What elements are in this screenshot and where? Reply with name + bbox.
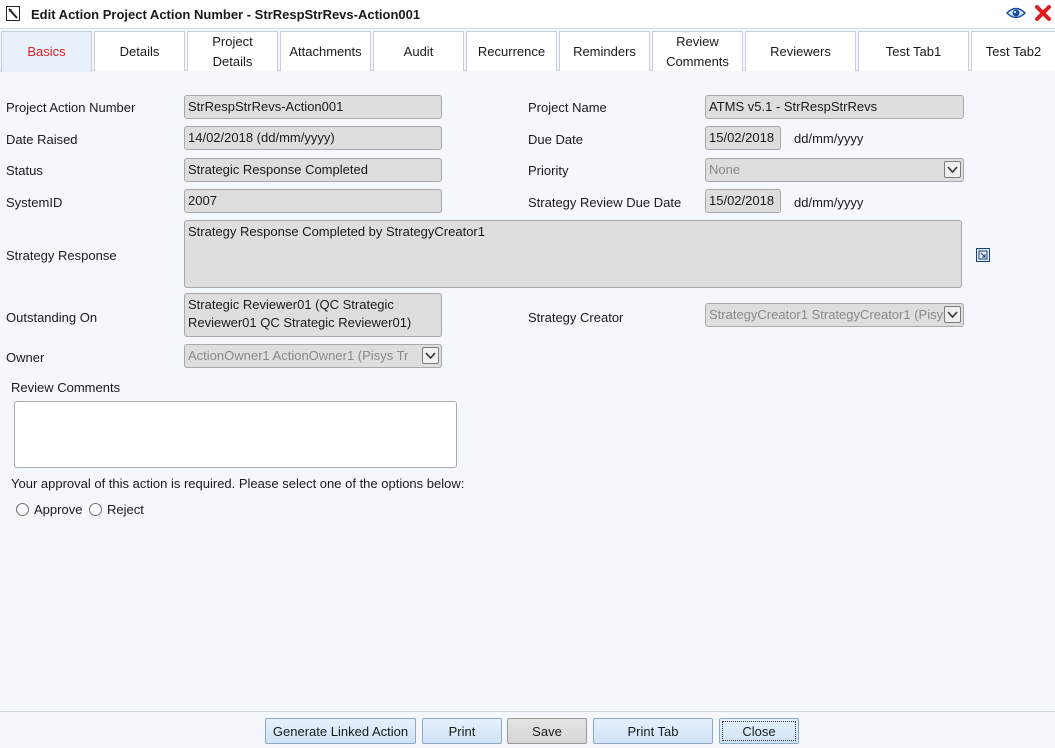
view-eye-icon[interactable] — [1006, 5, 1026, 21]
tab-review-comments[interactable]: Review Comments — [652, 31, 743, 71]
strategy-response-field[interactable]: Strategy Response Completed by StrategyC… — [184, 220, 962, 288]
review-comments-input[interactable] — [14, 401, 457, 468]
approve-label: Approve — [34, 502, 83, 517]
edit-document-icon — [6, 6, 20, 21]
due-date-field[interactable]: 15/02/2018 — [705, 126, 781, 150]
strategy-response-label: Strategy Response — [6, 248, 117, 263]
date-raised-field[interactable]: 14/02/2018 (dd/mm/yyyy) — [184, 126, 442, 150]
tab-attachments[interactable]: Attachments — [280, 31, 371, 71]
review-comments-label: Review Comments — [11, 380, 121, 395]
close-button[interactable]: Close — [719, 718, 799, 744]
approval-prompt: Your approval of this action is required… — [11, 476, 465, 491]
strategy-creator-label: Strategy Creator — [528, 310, 624, 325]
tab-test-tab1[interactable]: Test Tab1 — [858, 31, 969, 71]
print-button[interactable]: Print — [422, 718, 502, 744]
chevron-down-icon[interactable] — [944, 306, 961, 323]
title-bar: Edit Action Project Action Number - StrR… — [0, 0, 1055, 29]
strategy-review-due-date-field[interactable]: 15/02/2018 — [705, 189, 781, 213]
chevron-down-icon[interactable] — [944, 161, 961, 178]
tab-audit[interactable]: Audit — [373, 31, 464, 71]
tab-bar: Basics Details Project Details Attachmen… — [0, 30, 1055, 72]
reject-option[interactable]: Reject — [89, 502, 144, 517]
generate-linked-action-button[interactable]: Generate Linked Action — [265, 718, 416, 744]
print-tab-button[interactable]: Print Tab — [593, 718, 713, 744]
tab-recurrence[interactable]: Recurrence — [466, 31, 557, 71]
due-date-format-hint: dd/mm/yyyy — [794, 131, 864, 146]
tab-details[interactable]: Details — [94, 31, 185, 71]
status-label: Status — [6, 163, 43, 178]
project-name-label: Project Name — [528, 100, 607, 115]
expand-editor-icon[interactable] — [976, 248, 990, 262]
priority-selected-value: None — [709, 162, 741, 177]
outstanding-on-label: Outstanding On — [6, 310, 98, 325]
due-date-label: Due Date — [528, 132, 583, 147]
approve-radio[interactable] — [16, 503, 29, 516]
priority-dropdown[interactable]: None — [705, 158, 964, 182]
date-raised-label: Date Raised — [6, 132, 78, 147]
system-id-field[interactable]: 2007 — [184, 189, 442, 213]
project-action-number-field[interactable]: StrRespStrRevs-Action001 — [184, 95, 442, 119]
strategy-creator-selected-value: StrategyCreator1 StrategyCreator1 (Pisys — [709, 307, 950, 322]
project-name-field[interactable]: ATMS v5.1 - StrRespStrRevs — [705, 95, 964, 119]
tab-reminders[interactable]: Reminders — [559, 31, 650, 71]
priority-label: Priority — [528, 163, 569, 178]
strategy-creator-dropdown[interactable]: StrategyCreator1 StrategyCreator1 (Pisys — [705, 303, 964, 327]
approve-option[interactable]: Approve — [16, 502, 82, 517]
tab-basics[interactable]: Basics — [1, 31, 92, 72]
save-button[interactable]: Save — [507, 718, 587, 744]
strategy-review-due-date-format-hint: dd/mm/yyyy — [794, 195, 864, 210]
system-id-label: SystemID — [6, 195, 63, 210]
window-title: Edit Action Project Action Number - StrR… — [31, 7, 421, 22]
owner-dropdown[interactable]: ActionOwner1 ActionOwner1 (Pisys Tr — [184, 344, 442, 368]
owner-label: Owner — [6, 350, 45, 365]
strategy-review-due-date-label: Strategy Review Due Date — [528, 195, 682, 210]
tab-project-details[interactable]: Project Details — [187, 31, 278, 71]
reject-radio[interactable] — [89, 503, 102, 516]
owner-selected-value: ActionOwner1 ActionOwner1 (Pisys Tr — [188, 348, 409, 363]
reject-label: Reject — [107, 502, 144, 517]
close-window-icon[interactable] — [1034, 4, 1052, 22]
chevron-down-icon[interactable] — [422, 347, 439, 364]
project-action-number-label: Project Action Number — [6, 100, 136, 115]
tab-test-tab2[interactable]: Test Tab2 — [971, 31, 1055, 71]
outstanding-on-field[interactable]: Strategic Reviewer01 (QC Strategic Revie… — [184, 293, 442, 337]
status-field[interactable]: Strategic Response Completed — [184, 158, 442, 182]
tab-reviewers[interactable]: Reviewers — [745, 31, 856, 71]
